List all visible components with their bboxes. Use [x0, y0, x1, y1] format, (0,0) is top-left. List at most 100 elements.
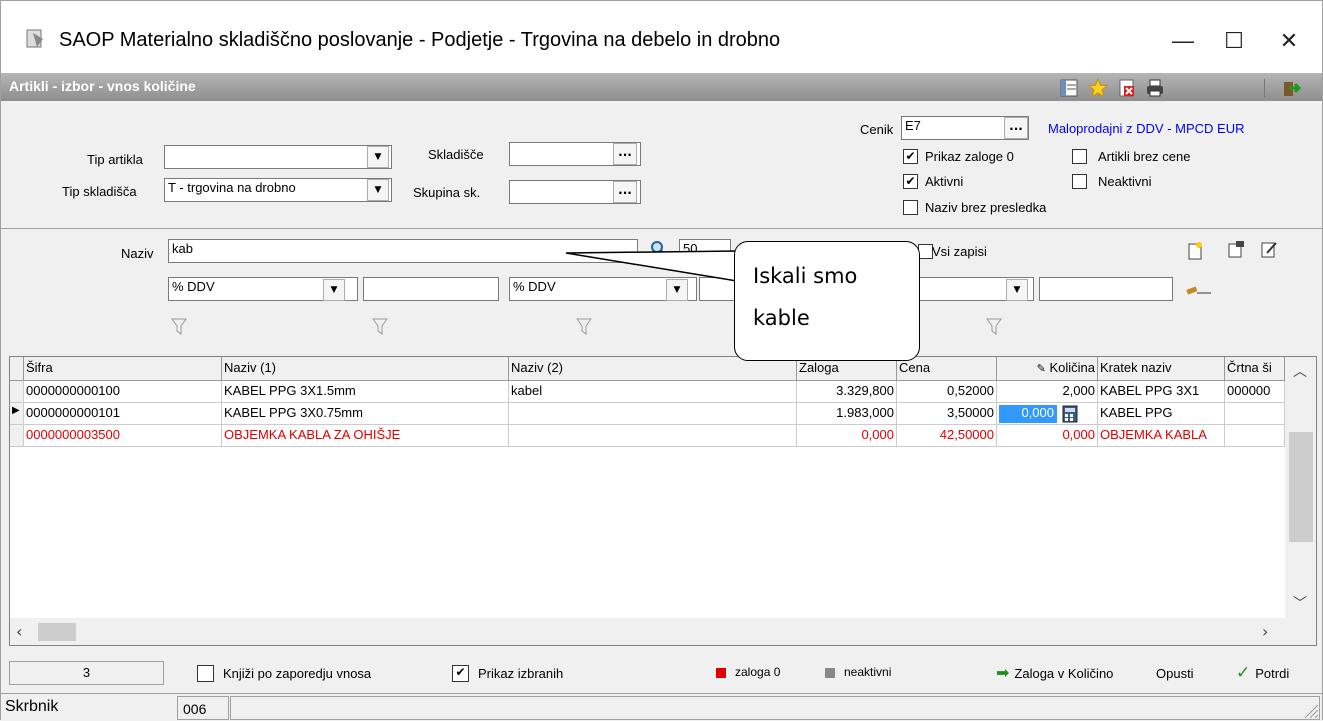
table-cell[interactable]: 0,000: [997, 425, 1098, 447]
table-cell[interactable]: 0,52000: [897, 381, 997, 403]
toolbar-divider: [1264, 79, 1265, 97]
resize-grip-icon[interactable]: [1303, 703, 1319, 719]
skupina-browse-button[interactable]: ...: [613, 181, 637, 203]
table-cell[interactable]: 0000000003500: [24, 425, 222, 447]
column-header-kolicina[interactable]: ✎ Količina: [997, 357, 1098, 381]
tip-skladisca-select[interactable]: T - trgovina na drobno: [164, 178, 392, 202]
scroll-left-icon[interactable]: ‹: [16, 622, 22, 641]
opusti-button[interactable]: Opusti: [1156, 666, 1194, 681]
table-cell[interactable]: KABEL PPG 3X0.75mm: [222, 403, 509, 425]
table-cell[interactable]: OBJEMKA KABLA: [1098, 425, 1225, 447]
checkmark-icon: ✓: [1236, 663, 1251, 682]
legend-gray-swatch: [825, 668, 835, 678]
filter-icon[interactable]: [372, 318, 390, 338]
hscrollbar-thumb[interactable]: [38, 623, 76, 641]
legend-zaloga-label: zaloga 0: [735, 665, 781, 679]
scrollbar-thumb[interactable]: [1289, 432, 1313, 542]
potrdi-label: Potrdi: [1255, 665, 1290, 681]
column-header-sifra[interactable]: Šifra: [24, 357, 222, 381]
scroll-down-icon[interactable]: ﹀: [1293, 593, 1307, 613]
potrdi-button[interactable]: ✓ Potrdi: [1236, 661, 1289, 685]
chevron-down-icon[interactable]: ▼: [367, 146, 389, 168]
table-cell[interactable]: KABEL PPG 3X1: [1098, 381, 1225, 403]
table-cell[interactable]: [509, 425, 797, 447]
status-panel: [230, 696, 1320, 720]
table-cell[interactable]: [1225, 403, 1285, 425]
table-cell[interactable]: kabel: [509, 381, 797, 403]
print-icon[interactable]: [1145, 78, 1165, 98]
column-header-crtna[interactable]: Črtna ši: [1225, 357, 1285, 381]
naziv-label: Naziv: [121, 246, 154, 261]
filter-value-3[interactable]: [1039, 277, 1173, 301]
row-indicator[interactable]: [10, 425, 24, 447]
zaloga-v-kolicino-label: Zaloga v Količino: [1014, 665, 1114, 681]
table-cell[interactable]: 0000000000101: [24, 403, 222, 425]
filter-icon[interactable]: [171, 318, 189, 338]
delete-document-icon[interactable]: [1117, 78, 1137, 98]
table-cell[interactable]: 3.329,800: [797, 381, 897, 403]
filter-icon[interactable]: [986, 318, 1004, 338]
skladisce-browse-button[interactable]: ...: [613, 143, 637, 165]
current-row-arrow-icon[interactable]: ▶: [10, 403, 24, 425]
table-cell[interactable]: 0000000000100: [24, 381, 222, 403]
callout-line-2: kable: [753, 306, 810, 330]
scroll-up-icon[interactable]: ︿: [1293, 361, 1307, 381]
horizontal-scrollbar[interactable]: ‹ ›: [10, 618, 1316, 645]
layout-icon[interactable]: [1059, 78, 1079, 98]
new-document-icon[interactable]: [1186, 241, 1204, 261]
arrow-right-icon: ➡: [996, 665, 1010, 682]
column-header-naziv1[interactable]: Naziv (1): [222, 357, 509, 381]
naziv-brez-presledka-checkbox[interactable]: [903, 200, 918, 215]
scroll-right-icon[interactable]: ›: [1262, 622, 1268, 641]
artikli-brez-cene-checkbox[interactable]: [1072, 149, 1087, 164]
calculator-icon[interactable]: [1061, 405, 1079, 423]
close-button[interactable]: ✕: [1269, 21, 1309, 61]
ddv-value-1[interactable]: [363, 277, 499, 301]
kolicina-edit-cell[interactable]: 0,000: [997, 403, 1098, 425]
prikaz-izbranih-checkbox[interactable]: ✔: [452, 665, 469, 682]
properties-icon[interactable]: [1226, 239, 1246, 259]
table-cell[interactable]: 1.983,000: [797, 403, 897, 425]
table-cell[interactable]: KABEL PPG 3X1.5mm: [222, 381, 509, 403]
table-cell[interactable]: 0,000: [797, 425, 897, 447]
vsi-zapisi-checkbox[interactable]: [918, 244, 933, 259]
minimize-button[interactable]: —: [1163, 21, 1203, 61]
vertical-scrollbar[interactable]: ︿ ﹀: [1285, 357, 1316, 618]
column-header-cena[interactable]: Cena: [897, 357, 997, 381]
maximize-button[interactable]: ☐: [1214, 21, 1254, 61]
subwindow-title: Artikli - izbor - vnos količine: [9, 78, 196, 94]
table-cell[interactable]: [509, 403, 797, 425]
aktivni-checkbox[interactable]: ✔: [903, 174, 918, 189]
knjizi-checkbox[interactable]: [197, 665, 214, 682]
table-cell[interactable]: [1225, 425, 1285, 447]
table-cell[interactable]: 3,50000: [897, 403, 997, 425]
edit-icon[interactable]: [1259, 239, 1279, 259]
chevron-down-icon[interactable]: ▼: [367, 179, 389, 201]
chevron-down-icon[interactable]: ▼: [323, 279, 345, 301]
column-header-kolicina-label: Količina: [1049, 360, 1095, 375]
chevron-down-icon[interactable]: ▼: [1006, 279, 1028, 301]
table-cell[interactable]: OBJEMKA KABLA ZA OHIŠJE: [222, 425, 509, 447]
exit-icon[interactable]: [1281, 78, 1301, 98]
annotation-callout: Iskali smo kable: [734, 241, 920, 361]
cenik-browse-button[interactable]: ...: [1004, 117, 1028, 139]
table-cell[interactable]: KABEL PPG: [1098, 403, 1225, 425]
filter-separator: [1, 228, 1322, 229]
zaloga-v-kolicino-button[interactable]: ➡ Zaloga v Količino: [996, 661, 1113, 685]
prikaz-zaloge-checkbox[interactable]: ✔: [903, 149, 918, 164]
eraser-icon[interactable]: [1184, 283, 1214, 297]
column-header-kratek[interactable]: Kratek naziv: [1098, 357, 1225, 381]
tip-artikla-select[interactable]: [164, 145, 392, 169]
filter-icon[interactable]: [576, 318, 594, 338]
aktivni-label: Aktivni: [925, 174, 964, 189]
row-indicator-header: [10, 357, 24, 381]
table-cell[interactable]: 000000: [1225, 381, 1285, 403]
kolicina-edit-input[interactable]: 0,000: [999, 405, 1057, 423]
table-cell[interactable]: 2,000: [997, 381, 1098, 403]
star-icon[interactable]: [1088, 78, 1108, 98]
row-indicator[interactable]: [10, 381, 24, 403]
skupina-label: Skupina sk.: [413, 185, 481, 200]
table-cell[interactable]: 42,50000: [897, 425, 997, 447]
prikaz-izbranih-label: Prikaz izbranih: [478, 666, 564, 681]
neaktivni-checkbox[interactable]: [1072, 174, 1087, 189]
